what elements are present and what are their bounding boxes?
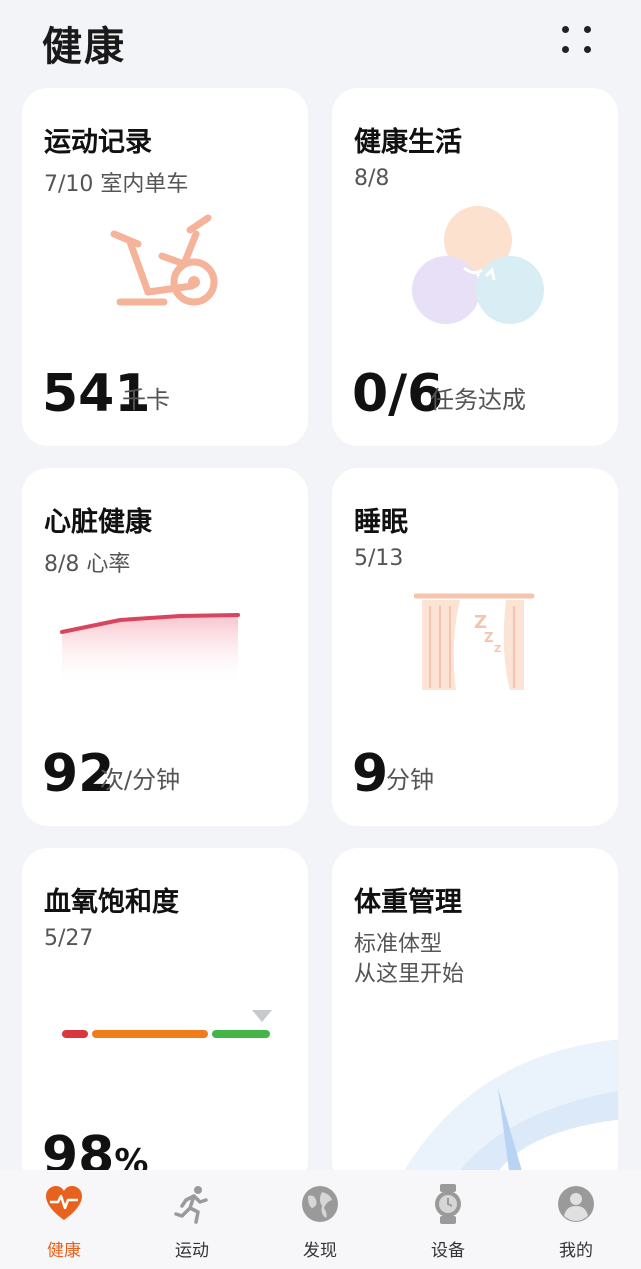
- card-line-1: 标准体型: [354, 932, 443, 957]
- svg-text:Z: Z: [484, 631, 493, 646]
- card-title: 健康生活: [354, 127, 462, 158]
- tab-label: 健康: [47, 1241, 81, 1261]
- tab-me[interactable]: 我的: [512, 1170, 640, 1269]
- tab-label: 设备: [431, 1241, 465, 1261]
- tab-label: 发现: [303, 1241, 337, 1261]
- card-subtitle: 8/8 心率: [44, 552, 131, 577]
- tasks-unit: 任务达成: [430, 386, 526, 414]
- user-avatar-icon: [558, 1186, 594, 1222]
- tab-discover[interactable]: 发现: [256, 1170, 384, 1269]
- exercise-record-card[interactable]: 运动记录 7/10 室内单车 541 千卡: [22, 88, 308, 446]
- bottom-tab-bar: 健康 运动 发现 设备 我的: [0, 1170, 641, 1269]
- card-title: 心脏健康: [44, 507, 152, 538]
- card-subtitle: 5/27: [44, 926, 94, 951]
- heart-pulse-icon: [46, 1186, 82, 1220]
- header: 健康: [0, 0, 641, 86]
- smartwatch-icon: [435, 1184, 461, 1224]
- heart-rate-trend-graphic: [60, 613, 240, 688]
- heart-rate-unit: 次/分钟: [100, 766, 181, 794]
- heart-health-card[interactable]: 心脏健康 8/8 心率 92 次/分钟: [22, 468, 308, 826]
- card-subtitle: 5/13: [354, 546, 404, 571]
- spo2-level-bar: [62, 1010, 272, 1038]
- weight-management-card[interactable]: 体重管理 标准体型 从这里开始: [332, 848, 618, 1188]
- calories-unit: 千卡: [122, 386, 170, 414]
- healthy-living-card[interactable]: 健康生活 8/8 0/6 任务达成: [332, 88, 618, 446]
- sleep-unit: 分钟: [386, 766, 434, 794]
- card-title: 体重管理: [354, 887, 462, 918]
- tab-exercise[interactable]: 运动: [128, 1170, 256, 1269]
- tab-health[interactable]: 健康: [0, 1170, 128, 1269]
- blood-oxygen-card[interactable]: 血氧饱和度 5/27 98%: [22, 848, 308, 1188]
- curtain-sleep-icon: Z Z Z: [414, 593, 535, 690]
- tab-label: 我的: [559, 1241, 593, 1261]
- exercise-bike-icon: [110, 214, 218, 306]
- page-title: 健康: [42, 24, 126, 70]
- tab-devices[interactable]: 设备: [384, 1170, 512, 1269]
- svg-text:Z: Z: [474, 612, 487, 633]
- card-subtitle: 8/8: [354, 166, 390, 191]
- card-line-2: 从这里开始: [354, 962, 465, 987]
- card-title: 运动记录: [44, 127, 152, 158]
- running-person-icon: [174, 1186, 208, 1224]
- card-subtitle: 7/10 室内单车: [44, 172, 189, 197]
- sleep-value: 9: [352, 744, 389, 804]
- tab-label: 运动: [175, 1241, 209, 1261]
- card-title: 血氧饱和度: [44, 887, 179, 918]
- scale-gauge-icon: [400, 1039, 618, 1178]
- three-petal-icon: [412, 206, 544, 324]
- globe-icon: [302, 1186, 338, 1222]
- grid-dots-icon[interactable]: [556, 22, 596, 56]
- card-title: 睡眠: [354, 507, 408, 538]
- svg-text:Z: Z: [494, 644, 501, 655]
- sleep-card[interactable]: 睡眠 5/13 Z Z Z 9 分钟: [332, 468, 618, 826]
